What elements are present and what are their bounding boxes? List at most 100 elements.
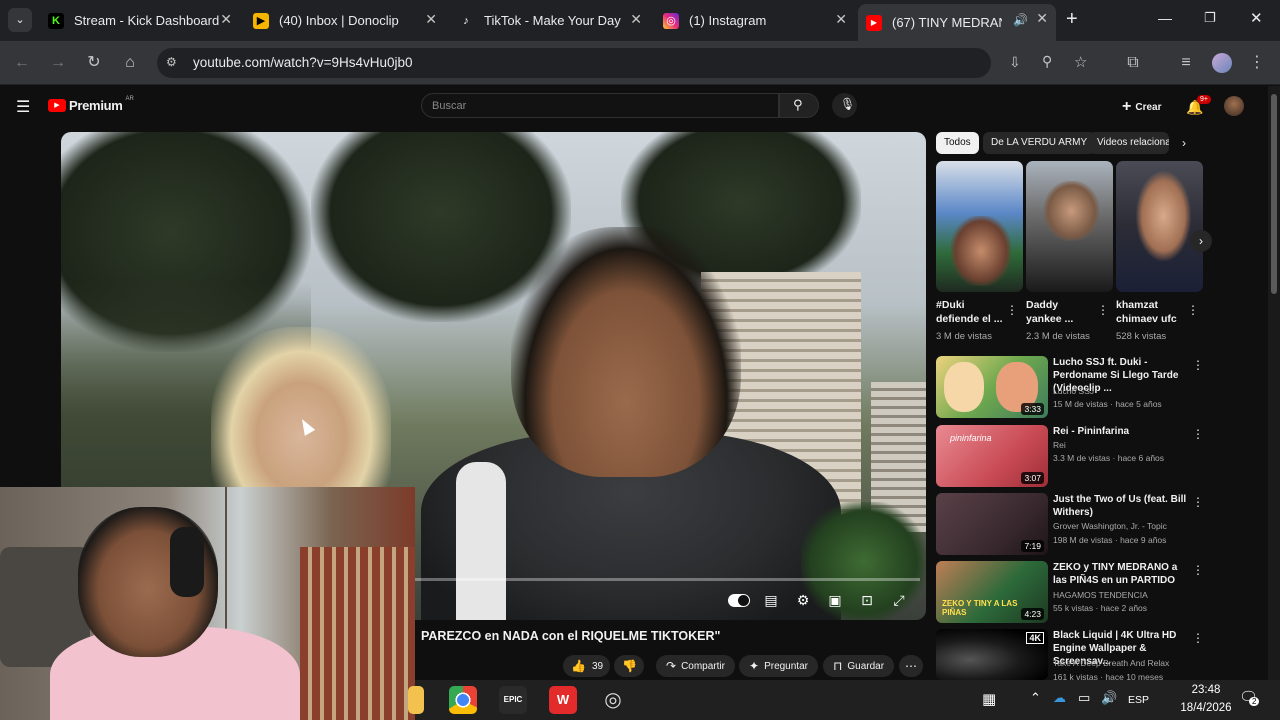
more-actions-button[interactable]: ⋯ bbox=[899, 655, 923, 677]
dislike-button[interactable]: 👎 bbox=[614, 655, 644, 677]
tab-instagram[interactable]: ◎ (1) Instagram ✕ bbox=[655, 5, 855, 36]
epic-games-icon[interactable]: EPIC bbox=[499, 686, 527, 714]
site-info-icon[interactable]: ⚙ bbox=[166, 55, 177, 69]
more-vertical-icon[interactable]: ⋮ bbox=[1097, 303, 1109, 317]
channel-name[interactable]: HAGAMOS TENDENCIA bbox=[1053, 590, 1148, 600]
wps-office-icon[interactable]: W bbox=[549, 686, 577, 714]
bookmark-star-icon[interactable]: ☆ bbox=[1074, 53, 1087, 71]
chevron-right-icon[interactable]: › bbox=[1182, 136, 1186, 150]
obs-icon[interactable]: ◎ bbox=[599, 686, 627, 714]
miniplayer-icon[interactable]: ▣ bbox=[826, 592, 844, 608]
tab-donoclip[interactable]: ▶ (40) Inbox | Donoclip ✕ bbox=[245, 5, 445, 36]
cast-icon[interactable]: ⊡ bbox=[858, 592, 876, 608]
audio-playing-icon[interactable]: 🔊 bbox=[1013, 13, 1028, 27]
short-title[interactable]: #Duki defiende el ... bbox=[936, 298, 1006, 326]
share-button[interactable]: ↷ Compartir bbox=[656, 655, 735, 677]
file-explorer-icon[interactable] bbox=[408, 686, 424, 714]
create-button[interactable]: + Crear bbox=[1122, 98, 1161, 116]
volume-icon[interactable]: 🔊 bbox=[1101, 690, 1117, 706]
channel-name[interactable]: Take A Deep Breath And Relax bbox=[1053, 658, 1169, 668]
account-avatar[interactable] bbox=[1224, 96, 1244, 116]
close-tab-icon[interactable]: ✕ bbox=[220, 11, 232, 28]
fullscreen-icon[interactable]: ⤢ bbox=[890, 592, 908, 608]
video-progress-bar[interactable] bbox=[415, 578, 920, 581]
subtitles-icon[interactable]: ▤ bbox=[762, 592, 780, 608]
search-button[interactable]: ⚲ bbox=[779, 93, 819, 118]
more-vertical-icon[interactable]: ⋮ bbox=[1192, 631, 1204, 645]
video-title[interactable]: Rei - Pininfarina bbox=[1053, 425, 1193, 438]
onedrive-icon[interactable]: ☁ bbox=[1053, 690, 1066, 706]
media-controls-icon[interactable]: ≡ bbox=[1176, 53, 1196, 73]
profile-avatar[interactable] bbox=[1212, 53, 1232, 73]
save-button[interactable]: ⊓ Guardar bbox=[823, 655, 895, 677]
tab-list-button[interactable]: ⌄ bbox=[8, 8, 32, 32]
more-vertical-icon[interactable]: ⋮ bbox=[1006, 303, 1018, 317]
browser-menu-icon[interactable]: ⋮ bbox=[1247, 53, 1267, 73]
short-thumbnail[interactable] bbox=[1026, 161, 1113, 292]
tab-kick[interactable]: K Stream - Kick Dashboard ✕ bbox=[40, 5, 240, 36]
youtube-logo[interactable]: ▶ Premium AR bbox=[48, 96, 134, 113]
video-thumbnail[interactable]: 7:19 bbox=[936, 493, 1048, 555]
tab-tiktok[interactable]: ♪ TikTok - Make Your Day ✕ bbox=[450, 5, 650, 36]
close-tab-icon[interactable]: ✕ bbox=[1036, 10, 1048, 27]
search-input[interactable]: Buscar bbox=[421, 93, 779, 118]
reload-icon[interactable]: ↻ bbox=[84, 53, 104, 73]
ask-button[interactable]: ✦ Preguntar bbox=[739, 655, 818, 677]
channel-name[interactable]: Rei bbox=[1053, 440, 1066, 450]
chip-related[interactable]: Videos relacionados bbox=[1089, 132, 1169, 154]
shorts-next-button[interactable]: › bbox=[1190, 230, 1212, 252]
short-thumbnail[interactable] bbox=[936, 161, 1023, 292]
home-icon[interactable]: ⌂ bbox=[120, 53, 140, 73]
network-icon[interactable]: ▭ bbox=[1078, 690, 1090, 706]
video-title[interactable]: Just the Two of Us (feat. Bill Withers) bbox=[1053, 493, 1193, 519]
channel-name[interactable]: Lucho SSJ bbox=[1053, 386, 1094, 396]
settings-gear-icon[interactable]: ⚙ bbox=[794, 592, 812, 608]
more-vertical-icon[interactable]: ⋮ bbox=[1192, 563, 1204, 577]
tab-youtube[interactable]: ▶ (67) TINY MEDRANO 🔊 ✕ bbox=[858, 4, 1056, 41]
more-vertical-icon[interactable]: ⋮ bbox=[1187, 303, 1199, 317]
short-thumbnail[interactable] bbox=[1116, 161, 1203, 292]
hamburger-menu-icon[interactable]: ☰ bbox=[16, 97, 30, 117]
kick-icon: K bbox=[48, 12, 64, 29]
more-vertical-icon[interactable]: ⋮ bbox=[1192, 358, 1204, 372]
clock-time[interactable]: 23:48 bbox=[1178, 684, 1234, 696]
close-tab-icon[interactable]: ✕ bbox=[835, 11, 847, 28]
voice-search-button[interactable]: 🎙 bbox=[832, 93, 857, 118]
more-vertical-icon[interactable]: ⋮ bbox=[1192, 427, 1204, 441]
chip-channel[interactable]: De LA VERDU ARMY bbox=[983, 132, 1096, 154]
minimize-icon[interactable]: — bbox=[1158, 10, 1172, 26]
restore-icon[interactable]: ❐ bbox=[1204, 10, 1216, 26]
address-bar[interactable]: ⚙ youtube.com/watch?v=9Hs4vHu0jb0 ⇩ ⚲ ☆ bbox=[157, 48, 1087, 78]
tray-chevron-icon[interactable]: ⌃ bbox=[1030, 690, 1041, 706]
chrome-icon[interactable] bbox=[449, 686, 477, 714]
autoplay-toggle[interactable] bbox=[728, 594, 750, 607]
language-indicator[interactable]: ESP bbox=[1128, 694, 1149, 706]
meet-now-icon[interactable]: ▦ bbox=[982, 690, 996, 708]
video-title[interactable]: ZEKO y TINY MEDRANO a las PIÑ4S en un PA… bbox=[1053, 561, 1193, 587]
channel-name[interactable]: Grover Washington, Jr. - Topic bbox=[1053, 521, 1167, 531]
video-thumbnail[interactable]: 3:33 bbox=[936, 356, 1048, 418]
chip-todos[interactable]: Todos bbox=[936, 132, 979, 154]
back-icon[interactable]: ← bbox=[12, 53, 32, 73]
video-thumbnail[interactable]: 4K bbox=[936, 629, 1048, 680]
short-title[interactable]: khamzat chimaev ufc bbox=[1116, 298, 1182, 326]
scrollbar-thumb[interactable] bbox=[1271, 94, 1277, 294]
video-thumbnail[interactable]: ZEKO Y TINY A LAS PIÑAS 4:23 bbox=[936, 561, 1048, 623]
forward-icon[interactable]: → bbox=[48, 53, 68, 73]
page-scrollbar[interactable] bbox=[1268, 86, 1280, 680]
video-thumbnail[interactable]: pininfarina 3:07 bbox=[936, 425, 1048, 487]
close-tab-icon[interactable]: ✕ bbox=[425, 11, 437, 28]
video-meta: 3.3 M de vistas · hace 6 años bbox=[1053, 453, 1165, 463]
close-tab-icon[interactable]: ✕ bbox=[630, 11, 642, 28]
close-window-icon[interactable]: ✕ bbox=[1250, 9, 1263, 27]
clock-date[interactable]: 18/4/2026 bbox=[1178, 702, 1234, 714]
new-tab-button[interactable]: + bbox=[1066, 8, 1078, 31]
like-button[interactable]: 👍 39 bbox=[563, 655, 610, 677]
zoom-icon[interactable]: ⚲ bbox=[1042, 53, 1052, 70]
short-title[interactable]: Daddy yankee ... bbox=[1026, 298, 1092, 326]
notifications-button[interactable]: 🔔 9+ bbox=[1186, 95, 1211, 116]
install-app-icon[interactable]: ⇩ bbox=[1009, 54, 1021, 71]
notification-center-icon[interactable]: 🗨 2 bbox=[1239, 688, 1260, 706]
more-vertical-icon[interactable]: ⋮ bbox=[1192, 495, 1204, 509]
extensions-icon[interactable]: ⧉ bbox=[1123, 53, 1143, 73]
